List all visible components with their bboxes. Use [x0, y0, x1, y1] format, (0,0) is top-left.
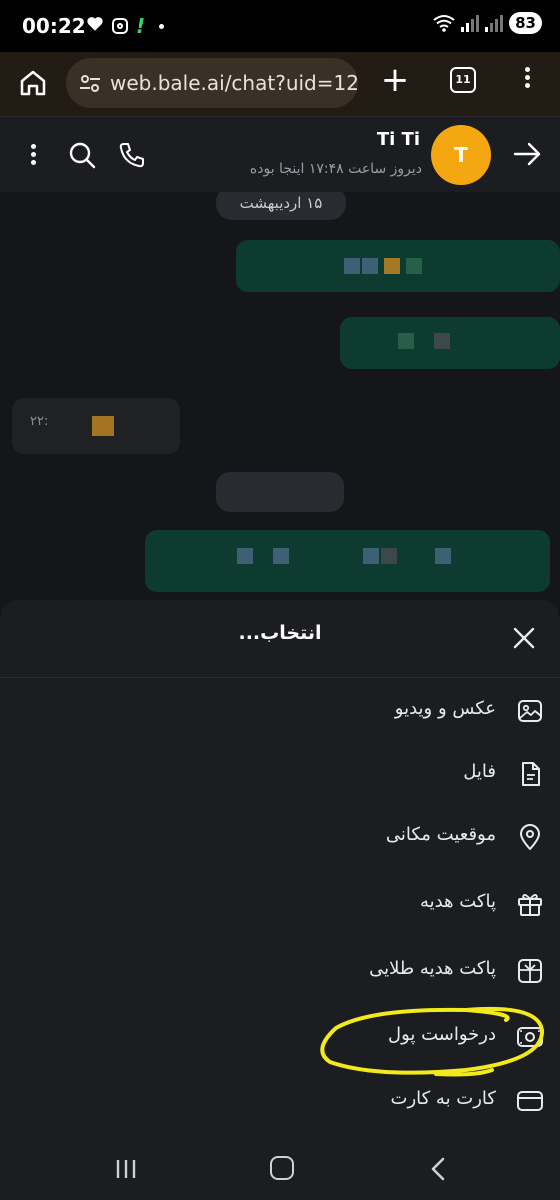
system-nav-bar: [0, 1138, 560, 1200]
menu-item-label: عکس و ویدیو: [394, 698, 496, 719]
status-bar: 00:22 ! 83: [0, 0, 560, 52]
notification-icons: !: [86, 14, 165, 38]
location-pin-icon: [520, 824, 540, 850]
menu-item-location[interactable]: موقعیت مکانی: [0, 806, 560, 868]
close-icon[interactable]: [510, 624, 538, 652]
home-icon: [20, 70, 46, 96]
signal-icon-2: [485, 14, 504, 32]
sent-message-bubble[interactable]: [236, 240, 560, 292]
tab-switcher-button[interactable]: 11: [450, 67, 476, 93]
menu-item-money-request[interactable]: درخواست پول: [0, 1006, 560, 1068]
message-time: ۲۲:: [30, 414, 49, 429]
menu-item-label: موقعیت مکانی: [385, 824, 496, 845]
gift-icon: [518, 894, 542, 916]
chat-messages-area: ۱۵ اردیبهشت ۲۲:: [0, 192, 560, 612]
chat-menu-button[interactable]: [26, 141, 40, 171]
system-icons: 83: [433, 12, 542, 34]
image-icon: [518, 700, 542, 722]
menu-item-label: پاکت هدیه طلایی: [369, 958, 496, 979]
browser-menu-button[interactable]: [520, 64, 534, 96]
search-icon[interactable]: [68, 141, 96, 169]
sent-message-bubble[interactable]: [145, 530, 550, 592]
browser-toolbar: web.bale.ai/chat?uid=12 + 11: [0, 52, 560, 116]
chat-peer-name: Ti Ti: [376, 129, 420, 150]
chat-header: Ti Ti دیروز ساعت ۱۷:۴۸ اینجا بوده T: [0, 116, 560, 192]
menu-item-gift-envelope[interactable]: پاکت هدیه: [0, 873, 560, 935]
recent-apps-icon[interactable]: [114, 1158, 138, 1180]
menu-item-file[interactable]: فایل: [0, 743, 560, 805]
date-separator: ۱۵ اردیبهشت: [216, 192, 346, 220]
site-settings-icon[interactable]: [78, 71, 102, 95]
sent-message-bubble[interactable]: [340, 317, 560, 369]
menu-item-label: درخواست پول: [388, 1024, 496, 1045]
url-text: web.bale.ai/chat?uid=12: [110, 71, 358, 95]
status-time: 00:22: [22, 14, 86, 38]
avatar[interactable]: T: [431, 125, 491, 185]
credit-card-icon: [517, 1091, 543, 1111]
file-icon: [522, 762, 540, 786]
signal-icon: [461, 14, 480, 32]
menu-item-card-to-card[interactable]: کارت به کارت: [0, 1070, 560, 1132]
battery-level: 83: [509, 12, 542, 34]
back-icon[interactable]: [428, 1156, 448, 1182]
divider: [0, 677, 560, 678]
menu-item-label: کارت به کارت: [390, 1088, 497, 1109]
menu-item-label: فایل: [463, 761, 496, 782]
home-nav-button[interactable]: [270, 1156, 294, 1180]
last-seen-status: دیروز ساعت ۱۷:۴۸ اینجا بوده: [249, 161, 422, 177]
phone-icon[interactable]: [118, 141, 146, 169]
menu-item-golden-gift[interactable]: پاکت هدیه طلایی: [0, 940, 560, 1002]
received-message-bubble[interactable]: ۲۲:: [12, 398, 180, 454]
menu-item-photo-video[interactable]: عکس و ویدیو: [0, 680, 560, 742]
dot-icon: [159, 23, 165, 29]
wifi-icon: [433, 15, 455, 32]
arrow-right-icon[interactable]: [512, 139, 542, 169]
green-alert-icon: !: [136, 14, 146, 38]
heart-icon: [86, 15, 104, 37]
home-button[interactable]: [16, 66, 50, 100]
menu-item-label: پاکت هدیه: [419, 891, 496, 912]
attachment-sheet: انتخاب... عکس و ویدیو فایل موقعیت مکانی …: [0, 600, 560, 1200]
golden-gift-icon: [518, 959, 542, 983]
address-bar[interactable]: web.bale.ai/chat?uid=12: [66, 58, 358, 108]
new-tab-button[interactable]: +: [380, 62, 410, 98]
money-request-icon: [517, 1027, 543, 1047]
instagram-icon: [112, 18, 128, 34]
sheet-title: انتخاب...: [238, 622, 322, 644]
message-bubble[interactable]: [216, 472, 344, 512]
